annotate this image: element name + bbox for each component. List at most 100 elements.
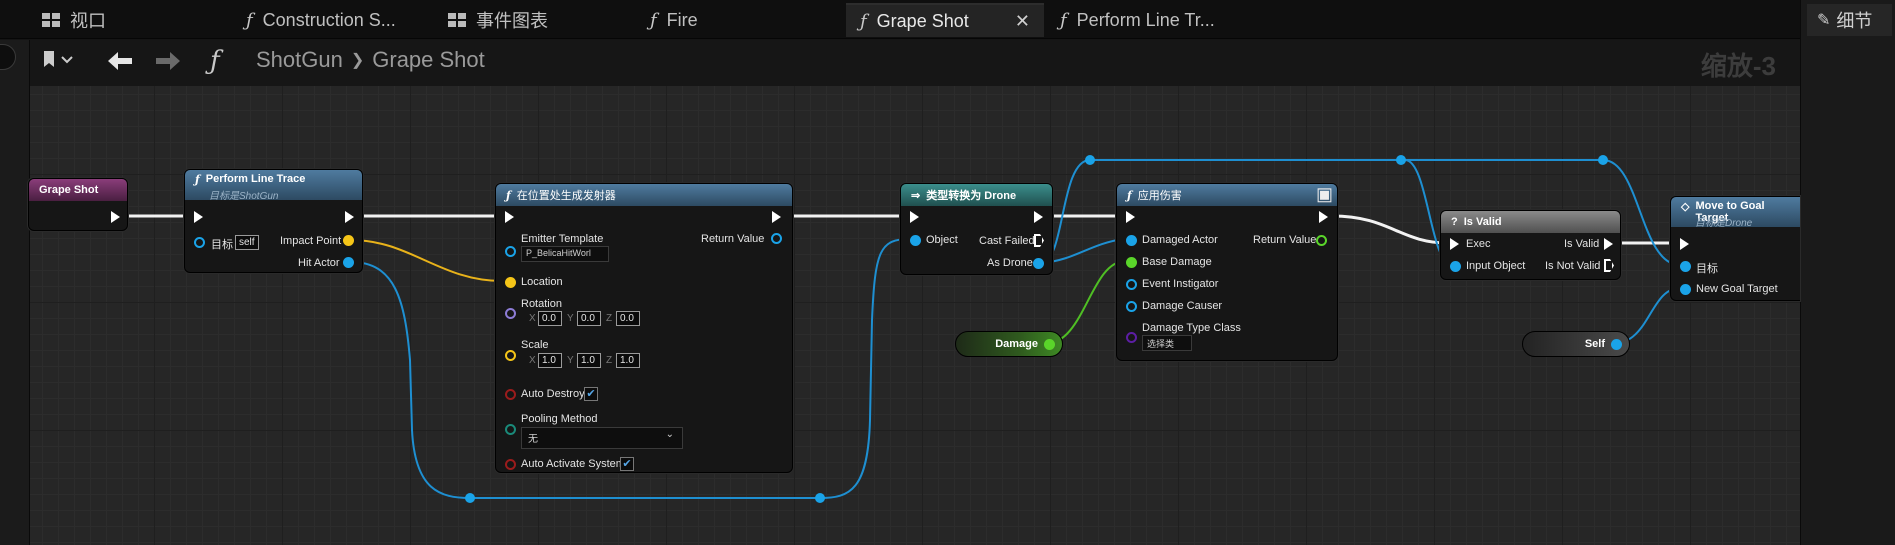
emitter-template-dropdown[interactable]: P_BelicaHitWorl <box>521 246 609 262</box>
pooling-method-pin[interactable] <box>505 424 516 435</box>
tab-fire[interactable]: ƒ Fire <box>636 3 836 37</box>
pin-label-damage-causer: Damage Causer <box>1142 300 1223 312</box>
scale-y[interactable]: 1.0 <box>577 353 601 368</box>
input-object-pin[interactable] <box>1450 261 1461 272</box>
function-icon: ƒ <box>1060 9 1067 31</box>
pin-label-auto-destroy: Auto Destroy <box>521 388 585 400</box>
question-icon: ? <box>1451 216 1458 228</box>
node-spawn-emitter-at-location[interactable]: ƒ 在位置处生成发射器 Emitter Template P_BelicaHit… <box>495 183 793 473</box>
node-header: ƒ 应用伤害 <box>1117 184 1337 206</box>
details-tab[interactable]: ✎ 细节 <box>1807 4 1892 36</box>
base-damage-pin[interactable] <box>1126 257 1137 268</box>
event-instigator-pin[interactable] <box>1126 279 1137 290</box>
blueprint-graph-canvas[interactable] <box>30 40 1800 545</box>
function-icon: ƒ <box>860 10 867 32</box>
axis-y-label: Y <box>567 355 574 366</box>
variable-label: Damage <box>995 338 1038 350</box>
pin-label-impact-point: Impact Point <box>280 235 342 247</box>
scale-pin[interactable] <box>505 350 516 361</box>
node-perform-line-trace[interactable]: ƒ Perform Line Trace 目标是ShotGun 目标 self … <box>184 169 363 273</box>
target-pin[interactable] <box>1680 261 1691 272</box>
return-value-pin[interactable] <box>1316 235 1327 246</box>
bookmark-icon[interactable] <box>42 49 76 77</box>
exec-in-pin[interactable] <box>505 211 514 223</box>
hit-actor-pin[interactable] <box>343 257 354 268</box>
tab-viewport[interactable]: 视口 <box>28 3 228 37</box>
variable-get-self[interactable]: Self <box>1522 331 1630 357</box>
new-goal-target-pin[interactable] <box>1680 284 1691 295</box>
pin-label-return-value: Return Value <box>701 233 765 245</box>
damage-output-pin[interactable] <box>1044 339 1055 350</box>
close-tab-icon[interactable]: ✕ <box>1015 11 1030 32</box>
exec-in-pin[interactable] <box>1680 238 1689 250</box>
damaged-actor-pin[interactable] <box>1126 235 1137 246</box>
exec-in-pin[interactable] <box>910 211 919 223</box>
return-value-pin[interactable] <box>771 233 782 244</box>
breadcrumb-parent[interactable]: ShotGun <box>256 47 343 73</box>
emitter-template-pin[interactable] <box>505 246 516 257</box>
rotation-y[interactable]: 0.0 <box>577 311 601 326</box>
scale-z[interactable]: 1.0 <box>616 353 640 368</box>
exec-out-pin[interactable] <box>111 211 120 223</box>
auto-destroy-pin[interactable] <box>505 389 516 400</box>
editor-tab-bar: 视口 ƒ Construction S... 事件图表 ƒ Fire ƒ Gra… <box>0 0 1895 39</box>
tab-perform-line-trace[interactable]: ƒ Perform Line Tr... <box>1046 3 1246 37</box>
left-panel-strip <box>0 40 30 545</box>
node-header: ƒ 在位置处生成发射器 <box>496 184 792 206</box>
exec-in-pin[interactable] <box>1450 238 1459 250</box>
damage-type-class-pin[interactable] <box>1126 332 1137 343</box>
node-function-entry[interactable]: Grape Shot <box>28 178 128 231</box>
function-icon: ƒ <box>210 46 220 76</box>
tab-grape-shot[interactable]: ƒ Grape Shot ✕ <box>846 3 1044 37</box>
exec-out-pin[interactable] <box>772 211 781 223</box>
variable-label: Self <box>1584 338 1605 350</box>
exec-out-pin[interactable] <box>1319 211 1328 223</box>
function-icon: ƒ <box>650 9 657 31</box>
pin-label-base-damage: Base Damage <box>1142 256 1212 268</box>
node-is-valid[interactable]: ? Is Valid Exec Is Valid Input Object Is… <box>1440 210 1621 280</box>
forward-arrow-icon[interactable] <box>154 50 182 78</box>
exec-out-pin[interactable] <box>345 211 354 223</box>
impact-point-pin[interactable] <box>343 235 354 246</box>
object-pin[interactable] <box>910 235 921 246</box>
axis-z-label: Z <box>606 313 613 324</box>
pooling-method-dropdown[interactable]: 无 ⌄ <box>521 427 683 449</box>
authority-icon: ▣ <box>1315 184 1333 204</box>
event-graph-icon <box>448 13 466 27</box>
node-title: 类型转换为 Drone <box>926 190 1017 202</box>
cast-icon: ⇒ <box>911 189 921 202</box>
damage-causer-pin[interactable] <box>1126 301 1137 312</box>
auto-activate-checkbox[interactable]: ✔ <box>620 457 634 471</box>
details-panel: ✎ 细节 <box>1800 0 1895 545</box>
node-move-to-goal-target[interactable]: ◇ Move to Goal Target 目标是Drone 目标 New Go… <box>1670 196 1800 301</box>
tab-event-graph[interactable]: 事件图表 <box>434 3 634 37</box>
tab-construction-script[interactable]: ƒ Construction S... <box>232 3 432 37</box>
exec-out-pin[interactable] <box>1034 211 1043 223</box>
exec-in-pin[interactable] <box>194 211 203 223</box>
auto-destroy-checkbox[interactable]: ✔ <box>584 387 598 401</box>
as-drone-pin[interactable] <box>1033 258 1044 269</box>
self-output-pin[interactable] <box>1611 339 1622 350</box>
is-not-valid-exec-pin[interactable] <box>1604 259 1614 272</box>
auto-activate-pin[interactable] <box>505 459 516 470</box>
axis-x-label: X <box>529 313 536 324</box>
function-icon: ƒ <box>195 173 200 186</box>
target-pin[interactable] <box>194 237 205 248</box>
is-valid-exec-pin[interactable] <box>1604 238 1613 250</box>
exec-in-pin[interactable] <box>1126 211 1135 223</box>
scale-x[interactable]: 1.0 <box>538 353 562 368</box>
rotation-x[interactable]: 0.0 <box>538 311 562 326</box>
node-cast-to-drone[interactable]: ⇒ 类型转换为 Drone Object Cast Failed As Dron… <box>900 183 1053 275</box>
breadcrumb: ShotGun ❯ Grape Shot <box>256 47 485 73</box>
damage-type-class-dropdown[interactable]: 选择类 <box>1142 335 1192 351</box>
pin-label-damage-type-class: Damage Type Class <box>1142 322 1241 334</box>
variable-get-damage[interactable]: Damage <box>955 331 1063 357</box>
rotation-z[interactable]: 0.0 <box>616 311 640 326</box>
node-apply-damage[interactable]: ƒ 应用伤害 ▣ Damaged Actor Return Value Base… <box>1116 183 1338 361</box>
pin-label-is-valid: Is Valid <box>1564 238 1600 250</box>
location-pin[interactable] <box>505 277 516 288</box>
back-arrow-icon[interactable] <box>106 50 134 78</box>
cast-failed-pin[interactable] <box>1034 234 1044 247</box>
function-icon: ƒ <box>506 188 511 202</box>
rotation-pin[interactable] <box>505 308 516 319</box>
